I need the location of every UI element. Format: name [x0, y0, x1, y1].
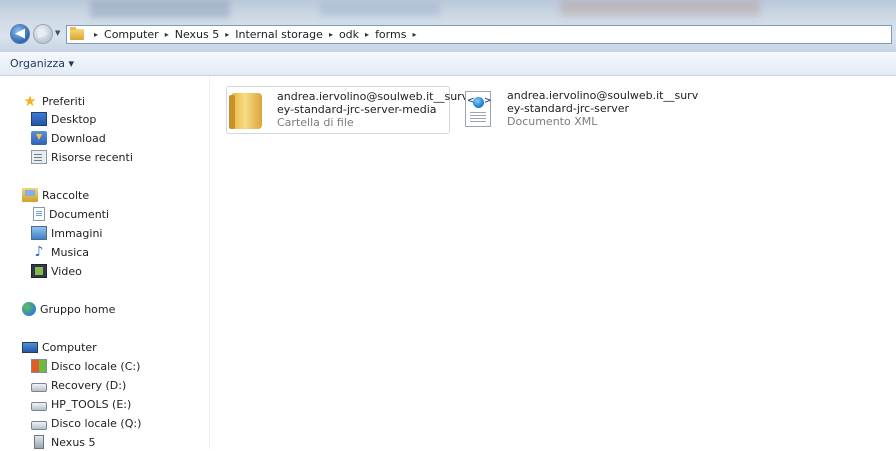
file-tile[interactable]: < > andrea.iervolino@soulweb.it__surv ey-… — [458, 86, 698, 134]
nav-favorites[interactable]: ★ Preferiti — [22, 92, 85, 110]
libraries-icon — [22, 188, 38, 202]
breadcrumb-nexus5[interactable]: Nexus 5 — [175, 28, 220, 41]
file-name-line2: ey-standard-jrc-server — [507, 102, 629, 115]
breadcrumb-chevron-icon[interactable]: ▸ — [94, 30, 98, 39]
address-bar[interactable]: ▸ Computer ▸ Nexus 5 ▸ Internal storage … — [66, 25, 892, 44]
download-icon — [31, 131, 47, 145]
file-tile[interactable]: andrea.iervolino@soulweb.it__surv ey-sta… — [226, 86, 468, 134]
breadcrumb: ▸ Computer ▸ Nexus 5 ▸ Internal storage … — [88, 28, 422, 41]
nav-nexus5[interactable]: Nexus 5 — [31, 433, 96, 451]
nav-drive-d[interactable]: Recovery (D:) — [31, 376, 126, 394]
navigation-pane: ★ Preferiti Desktop Download Risorse rec… — [0, 76, 210, 449]
nav-label: Gruppo home — [40, 302, 116, 316]
file-type: Cartella di file — [277, 116, 354, 129]
nav-label: Musica — [51, 245, 90, 259]
nav-label: Nexus 5 — [51, 435, 96, 449]
nav-label: Disco locale (C:) — [51, 359, 141, 373]
nav-music[interactable]: ♪ Musica — [31, 243, 90, 261]
windows-drive-icon — [31, 359, 47, 373]
nav-pictures[interactable]: Immagini — [31, 224, 102, 242]
breadcrumb-internal-storage[interactable]: Internal storage — [235, 28, 323, 41]
aero-background — [90, 0, 230, 18]
desktop-icon — [31, 112, 47, 126]
breadcrumb-chevron-icon[interactable]: ▸ — [412, 30, 416, 39]
nav-drive-c[interactable]: Disco locale (C:) — [31, 357, 140, 375]
nav-label: Raccolte — [42, 188, 90, 202]
nav-label: Video — [51, 264, 82, 278]
nav-drive-q[interactable]: Disco locale (Q:) — [31, 414, 141, 432]
organize-button[interactable]: Organizza ▾ — [10, 57, 74, 70]
documents-icon — [33, 207, 45, 221]
folder-icon — [70, 27, 84, 40]
star-icon: ★ — [23, 92, 37, 110]
nav-label: Documenti — [49, 207, 110, 221]
file-type: Documento XML — [507, 115, 598, 128]
nav-label: Immagini — [51, 226, 103, 240]
file-info: andrea.iervolino@soulweb.it__surv ey-sta… — [277, 90, 468, 129]
nav-label: HP_TOOLS (E:) — [51, 397, 132, 411]
pictures-icon — [31, 226, 47, 240]
nav-desktop[interactable]: Desktop — [31, 110, 96, 128]
nav-homegroup[interactable]: Gruppo home — [22, 300, 115, 318]
recent-places-icon — [31, 150, 47, 164]
nav-label: Desktop — [51, 112, 97, 126]
file-name-line1: andrea.iervolino@soulweb.it__surv — [277, 90, 469, 103]
nav-computer[interactable]: Computer — [22, 338, 97, 356]
breadcrumb-chevron-icon[interactable]: ▸ — [225, 30, 229, 39]
forward-arrow-icon: ▶ — [38, 26, 48, 41]
nav-label: Risorse recenti — [51, 150, 133, 164]
aero-background — [320, 2, 440, 16]
nav-recent-places[interactable]: Risorse recenti — [31, 148, 133, 166]
nav-drive-e[interactable]: HP_TOOLS (E:) — [31, 395, 131, 413]
nav-libraries[interactable]: Raccolte — [22, 186, 89, 204]
file-info: andrea.iervolino@soulweb.it__surv ey-sta… — [507, 89, 698, 128]
nav-video[interactable]: Video — [31, 262, 82, 280]
nav-documents[interactable]: Documenti — [31, 205, 109, 223]
xml-document-icon: < > — [465, 91, 492, 127]
back-arrow-icon: ◀ — [15, 26, 25, 41]
computer-icon — [22, 341, 38, 353]
portable-device-icon — [34, 435, 44, 449]
homegroup-icon — [22, 302, 36, 316]
breadcrumb-chevron-icon[interactable]: ▸ — [329, 30, 333, 39]
video-icon — [31, 264, 47, 278]
nav-label: Computer — [42, 340, 97, 354]
recent-pages-dropdown[interactable]: ▼ — [55, 29, 60, 37]
aero-background — [560, 0, 760, 16]
folder-icon — [229, 93, 262, 129]
breadcrumb-forms[interactable]: forms — [375, 28, 406, 41]
nav-label: Recovery (D:) — [51, 378, 127, 392]
drive-icon — [31, 401, 47, 411]
forward-button[interactable]: ▶ — [33, 24, 53, 44]
drive-icon — [31, 382, 47, 392]
breadcrumb-computer[interactable]: Computer — [104, 28, 159, 41]
breadcrumb-odk[interactable]: odk — [339, 28, 359, 41]
breadcrumb-chevron-icon[interactable]: ▸ — [165, 30, 169, 39]
file-name-line2: ey-standard-jrc-server-media — [277, 103, 437, 116]
nav-label: Download — [51, 131, 106, 145]
breadcrumb-chevron-icon[interactable]: ▸ — [365, 30, 369, 39]
back-button[interactable]: ◀ — [10, 24, 30, 44]
nav-label: Disco locale (Q:) — [51, 416, 142, 430]
title-bar: ◀ ▶ ▼ ▸ Computer ▸ Nexus 5 ▸ Internal st… — [0, 0, 896, 52]
nav-label: Preferiti — [42, 94, 86, 108]
nav-download[interactable]: Download — [31, 129, 106, 147]
command-bar: Organizza ▾ — [0, 52, 896, 76]
music-icon: ♪ — [34, 244, 44, 260]
file-name-line1: andrea.iervolino@soulweb.it__surv — [507, 89, 699, 102]
drive-icon — [31, 420, 47, 430]
